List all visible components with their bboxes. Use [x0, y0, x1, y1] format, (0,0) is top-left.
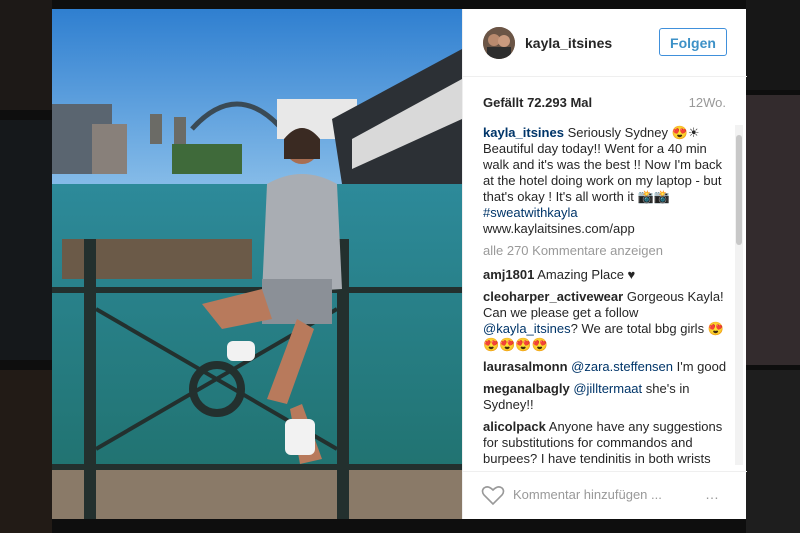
follow-button[interactable]: Folgen [659, 28, 727, 56]
post-footer: Kommentar hinzufügen ... … [463, 471, 747, 519]
comments-scrollbar[interactable] [735, 125, 743, 465]
comment-user[interactable]: laurasalmonn [483, 359, 568, 374]
caption: kayla_itsines Seriously Sydney 😍☀ Beauti… [483, 125, 731, 237]
show-all-comments-button[interactable]: alle 270 Kommentare anzeigen [483, 243, 731, 259]
comment-item: amj1801 Amazing Place ♥ [483, 267, 731, 283]
avatar[interactable] [483, 27, 515, 59]
post-photo[interactable] [52, 9, 462, 519]
comment-mention[interactable]: @zara.steffensen [571, 359, 673, 374]
comment-item: meganalbagly @jilltermaat she's in Sydne… [483, 381, 731, 413]
more-options-icon[interactable]: … [705, 486, 720, 502]
hashtag-link[interactable]: #sweatwithkayla [483, 205, 578, 220]
comments-list: kayla_itsines Seriously Sydney 😍☀ Beauti… [483, 125, 731, 465]
caption-link: www.kaylaitsines.com/app [483, 221, 635, 236]
like-count[interactable]: Gefällt 72.293 Mal [483, 95, 592, 110]
avatar-image [483, 27, 515, 59]
comment-item: cleoharper_activewear Gorgeous Kayla! Ca… [483, 289, 731, 353]
comment-item: laurasalmonn @zara.steffensen I'm good [483, 359, 731, 375]
scrollbar-thumb[interactable] [736, 135, 742, 245]
post-modal: kayla_itsines Folgen Gefällt 72.293 Mal … [52, 9, 747, 519]
comment-input[interactable]: Kommentar hinzufügen ... [513, 487, 662, 502]
comment-item: alicolpack Anyone have any suggestions f… [483, 419, 731, 465]
post-header: kayla_itsines Folgen [463, 9, 747, 77]
comment-text-continued: I'm good [673, 359, 727, 374]
username-link[interactable]: kayla_itsines [525, 35, 612, 51]
comment-text: Amazing Place ♥ [537, 267, 636, 282]
comment-user[interactable]: alicolpack [483, 419, 546, 434]
heart-icon[interactable] [481, 484, 505, 506]
caption-user[interactable]: kayla_itsines [483, 125, 564, 140]
comment-user[interactable]: meganalbagly [483, 381, 570, 396]
comment-mention[interactable]: @jilltermaat [573, 381, 642, 396]
comment-user[interactable]: amj1801 [483, 267, 534, 282]
comment-mention[interactable]: @kayla_itsines [483, 321, 571, 336]
photo-illustration [52, 9, 462, 519]
post-age[interactable]: 12Wo. [689, 95, 726, 110]
comment-user[interactable]: cleoharper_activewear [483, 289, 623, 304]
post-sidebar: kayla_itsines Folgen Gefällt 72.293 Mal … [462, 9, 747, 519]
